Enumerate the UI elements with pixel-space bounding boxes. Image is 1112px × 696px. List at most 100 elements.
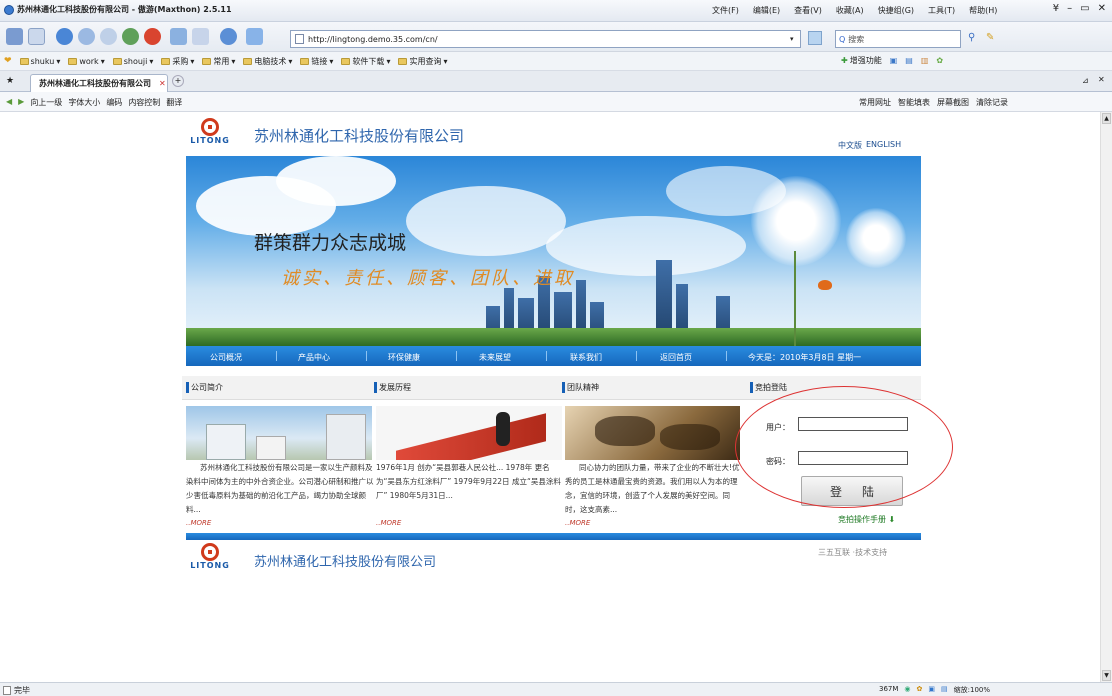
back-icon[interactable] [56, 28, 73, 45]
bookmark-shouji[interactable]: shouji ▾ [112, 57, 153, 66]
enhance-button[interactable]: ✚ 增强功能 [841, 55, 882, 66]
stop-circle-icon[interactable] [100, 28, 117, 45]
section-title-intro[interactable]: 公司简介 [186, 382, 223, 393]
undo-close-icon[interactable] [192, 28, 209, 45]
nav-environment-health[interactable]: 环保健康 [388, 352, 420, 363]
folder-icon [161, 57, 171, 65]
address-bar[interactable]: http://lingtong.demo.35.com/cn/ [290, 30, 801, 48]
nav-future-outlook[interactable]: 未来展望 [479, 352, 511, 363]
tab-active[interactable]: 苏州林通化工科技股份有限公司 ✕ [30, 74, 168, 92]
bookmark-ruanjian[interactable]: 软件下载 ▾ [341, 56, 390, 67]
new-tab-plus-icon[interactable]: + [172, 75, 184, 87]
auction-manual-link[interactable]: 竞拍操作手册 ⬇ [838, 514, 895, 525]
window-controls: ¥ – ▭ ✕ [1053, 3, 1106, 14]
bookmark-changyong[interactable]: 常用 ▾ [202, 56, 235, 67]
maximize-icon[interactable]: ▭ [1080, 3, 1089, 14]
menu-edit[interactable]: 编辑(E) [753, 5, 780, 16]
history-icon[interactable] [220, 28, 237, 45]
tab-close-icon[interactable]: ✕ [159, 79, 166, 88]
nav-products[interactable]: 产品中心 [298, 352, 330, 363]
navigation-bar: ◀ ▶ 向上一级 字体大小 编码 内容控制 翻译 常用网址 智能填表 屏幕截图 … [0, 92, 1112, 112]
home-icon[interactable] [170, 28, 187, 45]
folder-icon [398, 57, 408, 65]
search-box[interactable]: Q 搜索 [835, 30, 961, 48]
tech-support-link[interactable]: 三五互联 ·技术支持 [818, 547, 887, 558]
favorites-heart-icon[interactable]: ❤ [4, 56, 12, 66]
company-logo[interactable]: LITONG [188, 118, 232, 152]
stop-icon[interactable] [144, 28, 161, 45]
team-hands-photo[interactable] [565, 406, 740, 460]
go-icon[interactable] [808, 31, 822, 45]
encoding-button[interactable]: 编码 [106, 97, 122, 108]
plugin-icon-1[interactable]: ▣ [890, 56, 898, 65]
history-more-link[interactable]: ..MORE [376, 519, 401, 527]
status-icon-4[interactable]: ▤ [941, 685, 948, 695]
nav-back-small-icon[interactable]: ◀ [6, 97, 12, 108]
site-footer: LITONG 苏州林通化工科技股份有限公司 三五互联 ·技术支持 [186, 541, 921, 577]
memory-usage[interactable]: 367M [879, 685, 898, 695]
plugin-icon-4[interactable]: ✿ [936, 56, 943, 65]
bookmark-diannao[interactable]: 电脑技术 ▾ [243, 56, 292, 67]
content-control-button[interactable]: 内容控制 [128, 97, 160, 108]
menu-quickgroup[interactable]: 快捷组(G) [878, 5, 914, 16]
lang-chinese-link[interactable]: 中文版 [838, 140, 862, 151]
bookmark-lianjie[interactable]: 链接 ▾ [300, 56, 333, 67]
smart-fill-button[interactable]: 智能填表 [898, 97, 930, 108]
status-icon-3[interactable]: ▣ [928, 685, 935, 695]
status-icon-2[interactable]: ✿ [917, 685, 923, 695]
screenshot-button[interactable]: 屏幕截图 [937, 97, 969, 108]
menu-tools[interactable]: 工具(T) [928, 5, 955, 16]
refresh-icon[interactable] [122, 28, 139, 45]
zoom-level[interactable]: 缩放:100% [954, 685, 990, 695]
scroll-down-icon[interactable]: ▼ [1102, 670, 1111, 681]
nav-company-overview[interactable]: 公司概况 [210, 352, 242, 363]
tab-pin-icon[interactable]: ⊿ [1082, 76, 1089, 85]
status-icon-1[interactable]: ◉ [904, 685, 910, 695]
search-engine-icon[interactable]: Q [839, 35, 845, 44]
address-dropdown-icon[interactable]: ▾ [790, 35, 794, 43]
tab-bar-close-icon[interactable]: ✕ [1098, 75, 1105, 84]
translate-button[interactable]: 翻译 [166, 97, 182, 108]
forward-icon[interactable] [78, 28, 95, 45]
go-up-button[interactable]: 向上一级 [30, 97, 62, 108]
search-icon[interactable]: ⚲ [968, 32, 975, 43]
menu-view[interactable]: 查看(V) [794, 5, 822, 16]
minimize-icon[interactable]: – [1067, 3, 1072, 14]
vertical-scrollbar[interactable]: ▲ ▼ [1100, 112, 1112, 682]
factory-photo[interactable] [186, 406, 372, 460]
section-title-history[interactable]: 发展历程 [374, 382, 411, 393]
menu-file[interactable]: 文件(F) [712, 5, 739, 16]
bookmark-shiyong[interactable]: 实用查询 ▾ [398, 56, 447, 67]
folder-icon [68, 57, 78, 65]
bookmark-caigou[interactable]: 采购 ▾ [161, 56, 194, 67]
font-size-button[interactable]: 字体大小 [68, 97, 100, 108]
team-more-link[interactable]: ..MORE [565, 519, 590, 527]
address-text[interactable]: http://lingtong.demo.35.com/cn/ [308, 35, 438, 44]
common-sites-button[interactable]: 常用网址 [859, 97, 891, 108]
highlight-icon[interactable]: ✎ [986, 32, 994, 43]
maxthon-menu-icon[interactable] [6, 28, 23, 45]
clear-history-button[interactable]: 清除记录 [976, 97, 1008, 108]
intro-more-link[interactable]: ..MORE [186, 519, 211, 527]
bookmark-shuku[interactable]: shuku ▾ [19, 57, 60, 66]
close-icon[interactable]: ✕ [1098, 3, 1106, 14]
view-icon[interactable] [246, 28, 263, 45]
footer-logo-text: LITONG [190, 561, 230, 570]
lang-english-link[interactable]: ENGLISH [866, 140, 901, 151]
plugin-icon-3[interactable]: ▥ [921, 56, 929, 65]
nav-home[interactable]: 返回首页 [660, 352, 692, 363]
bookmark-work[interactable]: work ▾ [68, 57, 105, 66]
growth-photo[interactable] [376, 406, 562, 460]
nav-contact-us[interactable]: 联系我们 [570, 352, 602, 363]
restore-icon[interactable]: ¥ [1053, 3, 1059, 14]
footer-logo: LITONG [188, 543, 232, 577]
menu-help[interactable]: 帮助(H) [969, 5, 997, 16]
scroll-up-icon[interactable]: ▲ [1102, 113, 1111, 124]
plugin-icon-2[interactable]: ▤ [905, 56, 913, 65]
menu-favorites[interactable]: 收藏(A) [836, 5, 864, 16]
footer-divider [186, 533, 921, 540]
section-title-team[interactable]: 团队精神 [562, 382, 599, 393]
nav-forward-small-icon[interactable]: ▶ [18, 97, 24, 108]
favorites-star-icon[interactable]: ★ [6, 76, 14, 86]
new-tab-icon[interactable] [28, 28, 45, 45]
